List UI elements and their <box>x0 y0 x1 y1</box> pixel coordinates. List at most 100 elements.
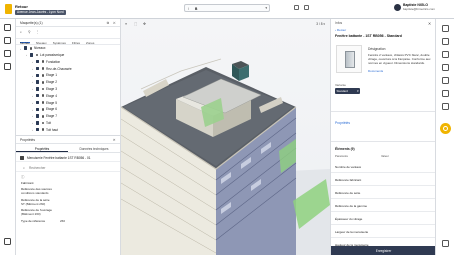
variant-label: Variante <box>335 83 346 87</box>
gear-icon[interactable] <box>4 37 11 44</box>
selection-counter[interactable]: 3 / 8 ▾ <box>316 22 325 26</box>
settings-icon[interactable] <box>304 5 309 10</box>
clip-icon[interactable] <box>442 90 449 97</box>
chevron-right-icon[interactable]: › <box>32 121 33 125</box>
chevron-right-icon[interactable]: › <box>20 47 21 51</box>
visibility-checkbox[interactable] <box>36 59 40 64</box>
chevron-right-icon[interactable]: › <box>32 108 33 112</box>
search-icon[interactable]: ⌕ <box>20 30 22 34</box>
3d-viewport[interactable]: ≡ ⬚ ✥ 3 / 8 ▾ <box>121 19 330 255</box>
move-icon[interactable]: ✥ <box>143 22 148 27</box>
building-model[interactable] <box>121 19 330 255</box>
avatar[interactable] <box>394 4 401 11</box>
visibility-checkbox[interactable] <box>36 66 40 71</box>
selected-element[interactable]: Menuiserie Fenêtre battante 1ST RB056 - … <box>16 153 120 162</box>
chat-icon[interactable] <box>442 240 449 247</box>
filter-icons[interactable]: ⚲ ⋮ <box>28 30 41 34</box>
save-button[interactable]: Enregistrer <box>331 246 436 255</box>
tree-item[interactable]: › Lot parasismique <box>16 52 120 59</box>
help-icon[interactable] <box>4 238 11 245</box>
project-subtitle[interactable]: Avenue Jean-Jaurès - Lyon Nord <box>15 9 66 15</box>
pen-icon[interactable] <box>442 103 449 110</box>
chevron-right-icon[interactable]: › <box>32 60 33 64</box>
tree-item[interactable]: › Etage 4 <box>16 93 120 100</box>
props-search[interactable]: ⌕ Rechercher <box>16 162 120 172</box>
chevron-right-icon[interactable]: › <box>32 67 33 71</box>
tab-zones[interactable]: Zones <box>86 41 94 45</box>
visibility-checkbox[interactable] <box>36 114 40 118</box>
tree-item[interactable]: › Etage 6 <box>16 106 120 113</box>
user-info[interactable]: Baptiste NIGLO baptiste@bimetrics.com <box>403 3 435 11</box>
props-panel-actions[interactable]: ✕ <box>113 138 117 142</box>
tree-item[interactable]: › Etage 1 <box>16 72 120 79</box>
visibility-checkbox[interactable] <box>36 121 40 125</box>
tree-item[interactable]: › Fondation <box>16 59 120 66</box>
visibility-checkbox[interactable] <box>36 100 40 105</box>
chevron-right-icon[interactable]: › <box>32 101 33 105</box>
level-icon <box>41 114 45 118</box>
panel-icon[interactable] <box>442 25 449 32</box>
measure-icon[interactable] <box>442 51 449 58</box>
expand-icon[interactable] <box>442 38 449 45</box>
visibility-checkbox[interactable] <box>36 73 40 77</box>
visibility-checkbox[interactable] <box>36 93 40 98</box>
variant-select[interactable]: Standard ▾ <box>335 88 360 94</box>
project-title[interactable]: Retour <box>15 4 28 9</box>
tree-item[interactable]: › Toit haut <box>16 127 120 134</box>
camera-icon[interactable] <box>442 77 449 84</box>
section-icon[interactable] <box>442 64 449 71</box>
tab-technical-data[interactable]: Données techniques <box>68 144 120 152</box>
details-row[interactable]: Épaisseur du vitrage <box>331 212 436 225</box>
chevron-right-icon[interactable]: › <box>32 87 33 91</box>
tree-panel-title: Maquette(s) (1) <box>20 21 43 25</box>
documents-link[interactable]: Documents <box>368 69 383 73</box>
layers-icon[interactable] <box>4 24 11 31</box>
tab-model[interactable]: Modèle <box>20 41 30 45</box>
chevron-right-icon[interactable]: › <box>32 74 33 78</box>
document-icon[interactable] <box>4 63 11 70</box>
tab-systems[interactable]: Systèmes <box>53 41 66 45</box>
tree-item[interactable]: › Etage 2 <box>16 79 120 86</box>
details-panel: Infos ✕ ‹ Retour Fenêtre battante - 1ST … <box>330 19 436 255</box>
tab-properties[interactable]: Propriétés <box>16 144 68 152</box>
tree-item[interactable]: › Etage 7 <box>16 113 120 120</box>
frame-icon[interactable]: ⬚ <box>134 22 139 27</box>
tab-levels[interactable]: Niveaux <box>36 41 47 45</box>
details-row[interactable]: Référence de série <box>331 186 436 199</box>
panel-actions[interactable]: ⧉ ✕ <box>107 21 117 25</box>
details-row[interactable]: Largeur de la menuiserie <box>331 225 436 238</box>
details-row[interactable]: Référence fabricant <box>331 173 436 186</box>
close-icon[interactable]: ✕ <box>428 21 431 26</box>
box-icon[interactable] <box>4 50 11 57</box>
visibility-checkbox[interactable] <box>36 87 40 91</box>
chevron-right-icon[interactable]: › <box>32 128 33 132</box>
tree-item[interactable]: › Etage 3 <box>16 86 120 93</box>
property-item: Référence de la série ST (Bâtiment 260) <box>16 197 120 208</box>
info-active-icon[interactable] <box>440 123 451 134</box>
visibility-checkbox[interactable] <box>36 107 40 111</box>
info-ring <box>443 126 448 131</box>
level-icon <box>41 94 45 98</box>
chevron-right-icon[interactable]: › <box>26 53 27 57</box>
share-icon[interactable] <box>294 5 299 10</box>
properties-section-link[interactable]: Propriétés <box>335 121 350 125</box>
details-row[interactable]: Nombre de vantaux <box>331 160 436 173</box>
tab-filters[interactable]: Filtres <box>72 41 80 45</box>
chevron-right-icon[interactable]: › <box>32 114 33 118</box>
tree-item[interactable]: › Toit <box>16 120 120 127</box>
chevron-right-icon[interactable]: › <box>32 94 33 98</box>
visibility-checkbox[interactable] <box>30 53 34 57</box>
visibility-checkbox[interactable] <box>24 46 28 50</box>
chevron-right-icon[interactable]: › <box>32 80 33 84</box>
back-link[interactable]: ‹ Retour <box>335 28 346 32</box>
tree-item[interactable]: › Etage 5 <box>16 99 120 106</box>
visibility-checkbox[interactable] <box>36 127 40 132</box>
model-selector[interactable]: / B ▾ <box>184 4 270 12</box>
menu-icon[interactable]: ≡ <box>125 22 130 27</box>
left-rail <box>0 19 16 255</box>
details-row[interactable]: Référence de la gamme <box>331 199 436 212</box>
visibility-checkbox[interactable] <box>36 80 40 84</box>
tree-item-label: Etage 5 <box>46 100 57 105</box>
tree-item[interactable]: › Niveaux <box>16 45 120 52</box>
tree-item[interactable]: › Rez-de-Chaussée <box>16 65 120 72</box>
